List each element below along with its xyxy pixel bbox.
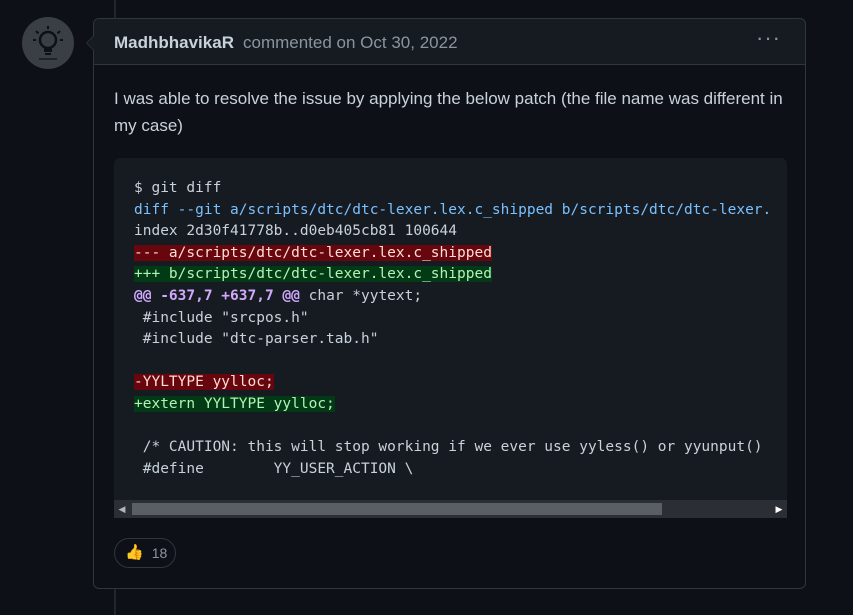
code-line: $ git diff <box>134 178 787 200</box>
code-text: #include "srcpos.h" <box>134 309 309 326</box>
code-text: #define YY_USER_ACTION \ <box>134 460 414 477</box>
code-text: #include "dtc-parser.tab.h" <box>134 331 379 348</box>
lightbulb-icon <box>26 21 70 65</box>
code-line: diff --git a/scripts/dtc/dtc-lexer.lex.c… <box>134 200 787 222</box>
code-text: /* CAUTION: this will stop working if we… <box>134 439 763 456</box>
code-line: #include "dtc-parser.tab.h" <box>134 329 787 351</box>
thumbs-up-icon: 👍 <box>125 544 144 561</box>
diff-added-line: +extern YYLTYPE yylloc; <box>134 395 335 412</box>
code-line: /* CAUTION: this will stop working if we… <box>134 437 787 459</box>
scroll-left-arrow-icon[interactable]: ◀ <box>114 500 130 518</box>
author-link[interactable]: MadhbhavikaR <box>114 33 234 53</box>
code-line: +extern YYLTYPE yylloc; <box>134 394 787 416</box>
scrollbar-thumb[interactable] <box>132 503 662 515</box>
comment-header: MadhbhavikaR commented on Oct 30, 2022 ·… <box>86 19 805 65</box>
comment-body: I was able to resolve the issue by apply… <box>114 89 783 135</box>
comment-box: MadhbhavikaR commented on Oct 30, 2022 ·… <box>86 18 806 589</box>
code-line: +++ b/scripts/dtc/dtc-lexer.lex.c_shippe… <box>134 264 787 286</box>
code-line: index 2d30f41778b..d0eb405cb81 100644 <box>134 221 787 243</box>
diff-meta-line: diff --git a/scripts/dtc/dtc-lexer.lex.c… <box>134 201 772 218</box>
thumbs-up-reaction-button[interactable]: 👍 18 <box>114 538 176 568</box>
diff-hunk-context: char *yytext; <box>299 287 423 304</box>
reaction-count: 18 <box>151 545 168 561</box>
code-content: $ git diff diff --git a/scripts/dtc/dtc-l… <box>114 158 787 480</box>
diff-deleted-line: -YYLTYPE yylloc; <box>134 374 274 391</box>
code-line: @@ -637,7 +637,7 @@ char *yytext; <box>134 286 787 308</box>
diff-added-line: +++ b/scripts/dtc/dtc-lexer.lex.c_shippe… <box>134 266 492 283</box>
code-text: index 2d30f41778b..d0eb405cb81 100644 <box>134 223 458 240</box>
kebab-menu-icon[interactable]: ··· <box>756 27 781 49</box>
code-block: $ git diff diff --git a/scripts/dtc/dtc-l… <box>114 158 787 518</box>
diff-deleted-line: --- a/scripts/dtc/dtc-lexer.lex.c_shippe… <box>134 244 492 261</box>
comment-caret <box>86 35 94 51</box>
horizontal-scrollbar[interactable]: ◀ ▶ <box>114 500 787 518</box>
scroll-right-arrow-icon[interactable]: ▶ <box>771 500 787 518</box>
avatar[interactable] <box>22 17 74 69</box>
code-line: #include "srcpos.h" <box>134 308 787 330</box>
comment-timestamp[interactable]: commented on Oct 30, 2022 <box>243 33 458 53</box>
code-text: $ git diff <box>134 180 222 196</box>
code-line: --- a/scripts/dtc/dtc-lexer.lex.c_shippe… <box>134 243 787 265</box>
code-line: #define YY_USER_ACTION \ <box>134 459 787 481</box>
diff-hunk-header: @@ -637,7 +637,7 @@ <box>134 287 300 304</box>
code-line: -YYLTYPE yylloc; <box>134 372 787 394</box>
